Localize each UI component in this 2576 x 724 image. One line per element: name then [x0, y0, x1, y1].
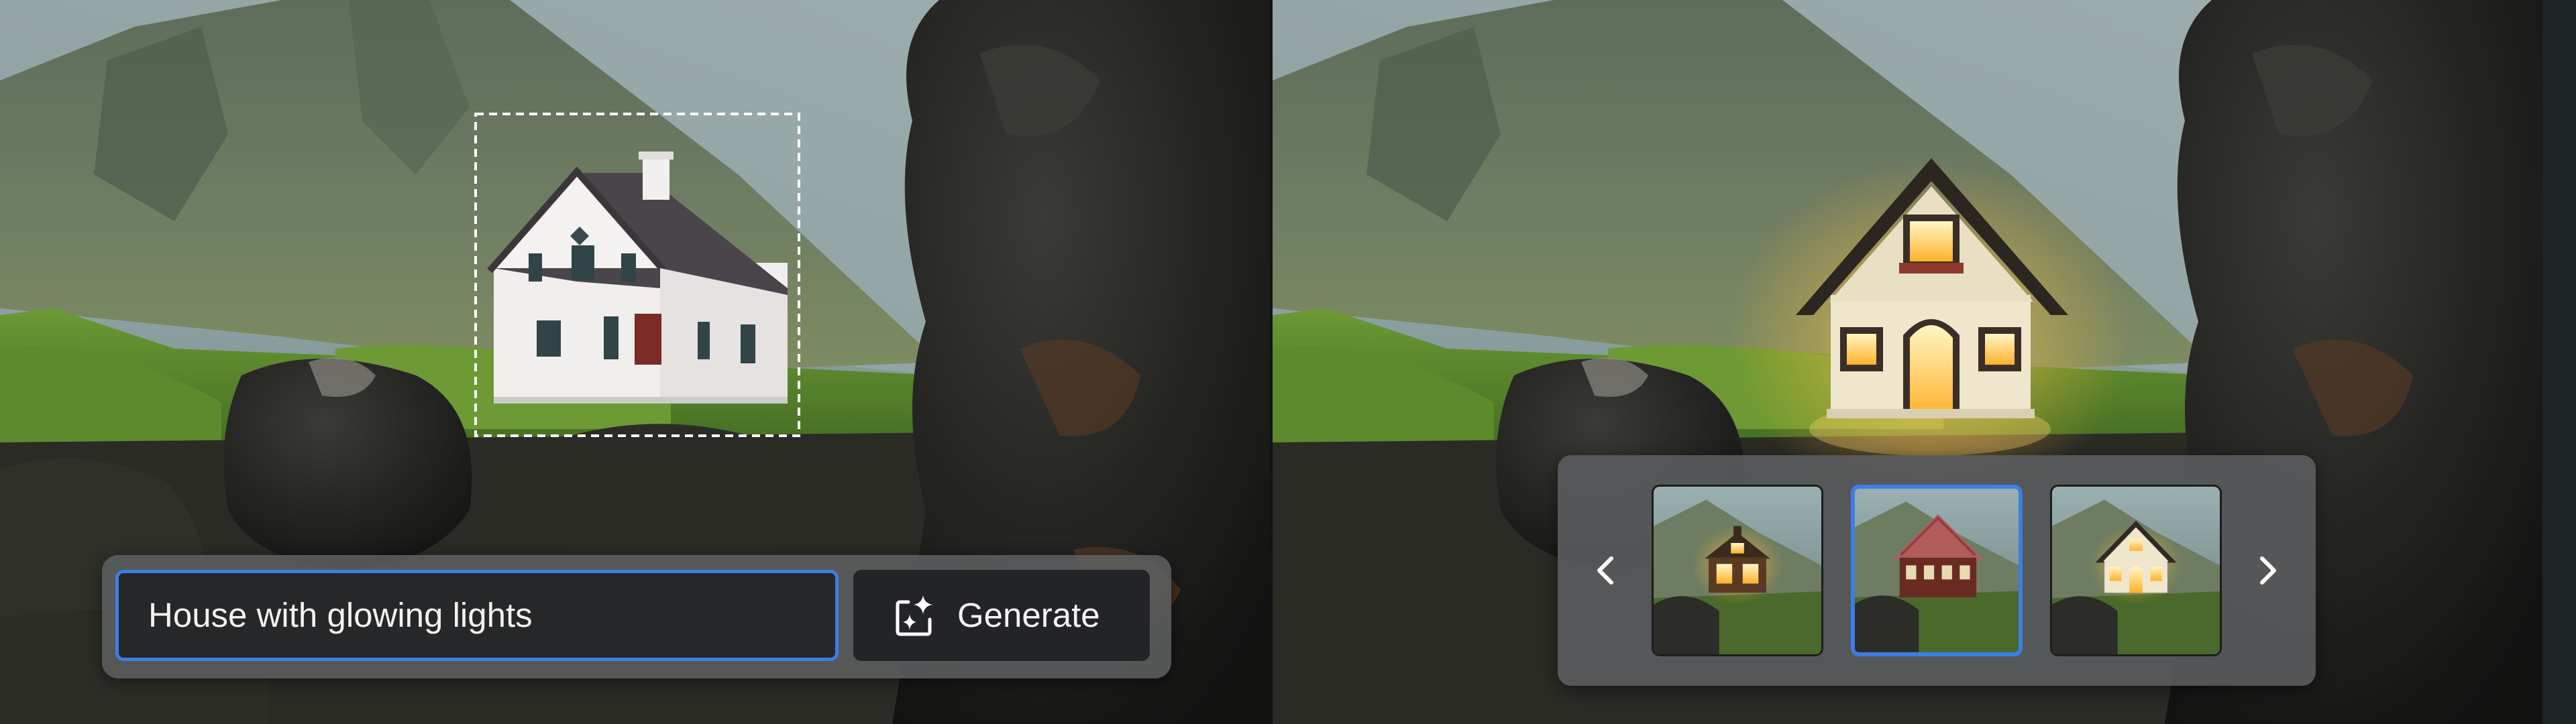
generate-label: Generate	[957, 596, 1100, 634]
generative-fill-bar: House with glowing lights Generate	[102, 555, 1171, 678]
canvas-after[interactable]	[1273, 0, 2542, 724]
variation-thumbnail-3[interactable]	[2050, 485, 2222, 656]
app-stage: House with glowing lights Generate	[0, 0, 2576, 724]
chevron-left-icon[interactable]	[1585, 544, 1625, 597]
variation-thumbnail-1[interactable]	[1652, 485, 1823, 656]
variations-panel	[1558, 455, 2316, 686]
canvas-before[interactable]: House with glowing lights Generate	[0, 0, 1270, 724]
sparkle-frame-icon	[896, 595, 932, 636]
chevron-right-icon[interactable]	[2249, 544, 2289, 597]
variation-thumbnail-2[interactable]	[1851, 485, 2023, 656]
generate-button[interactable]: Generate	[853, 570, 1150, 661]
cabin-thumbnail-image	[1654, 487, 1821, 654]
prompt-input[interactable]: House with glowing lights	[115, 570, 839, 661]
white-cottage-thumbnail-image	[2052, 487, 2220, 654]
red-house-thumbnail-image	[1855, 489, 2019, 652]
